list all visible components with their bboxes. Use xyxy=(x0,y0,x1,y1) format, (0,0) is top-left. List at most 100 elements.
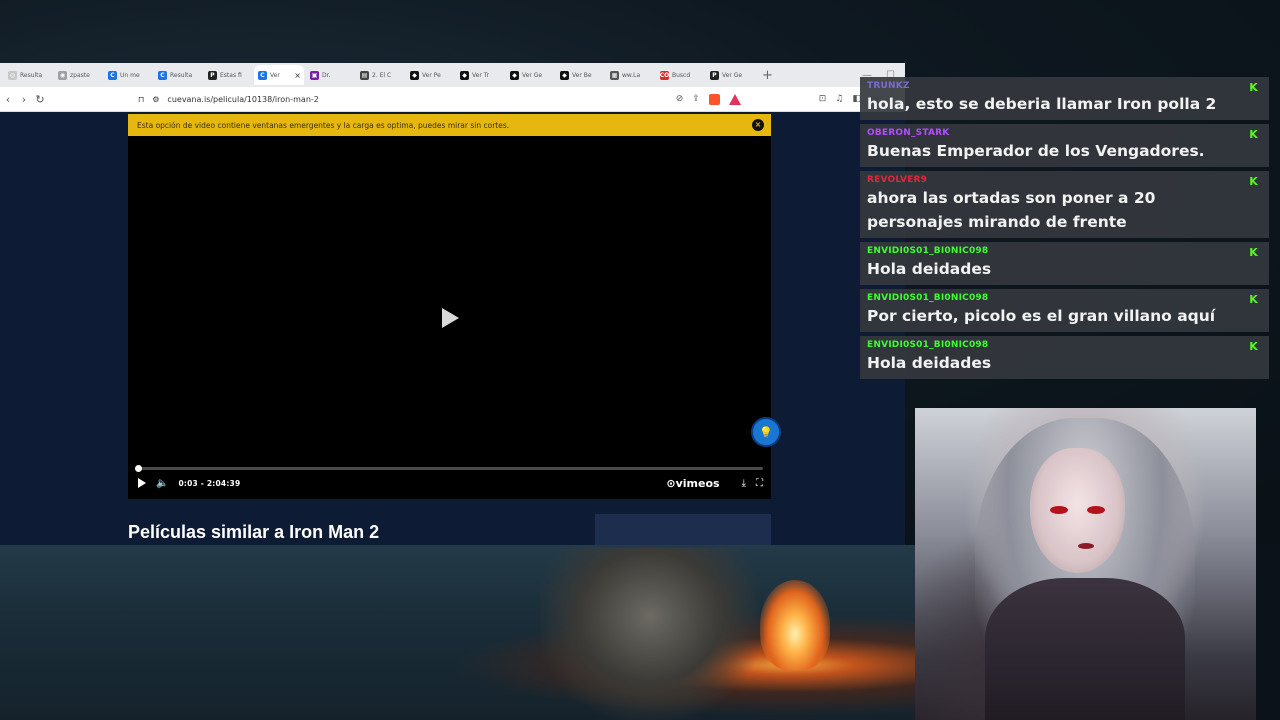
browser-tab[interactable]: ◎ Resulta xyxy=(4,65,52,85)
tab-label: Buscd xyxy=(672,71,691,79)
chat-message: TRUNKZ hola, esto se deberia llamar Iron … xyxy=(860,77,1269,120)
browser-tab[interactable]: ▤ 2. El C xyxy=(356,65,404,85)
tab-favicon-icon: CO xyxy=(659,70,670,80)
browser-tab[interactable]: P Estas fi xyxy=(204,65,252,85)
avatar-lips xyxy=(1078,543,1094,549)
chat-text: Hola deidades xyxy=(867,354,992,372)
back-icon[interactable]: ‹ xyxy=(0,93,16,106)
chat-message: OBERON_STARK Buenas Emperador de los Veng… xyxy=(860,124,1269,167)
chat-username: ENVIDI0S01_BI0NIC098 xyxy=(867,246,989,256)
time-display: 0:03 - 2:04:39 xyxy=(178,479,240,488)
screenshot-icon[interactable]: ⊡ xyxy=(819,94,827,105)
chat-message: REVOLVER9 ahora las ortadas son poner a 2… xyxy=(860,171,1269,238)
address-bar[interactable]: ⊓ ⚙ cuevana.is/pelicula/10138/iron-man-2 xyxy=(138,90,658,108)
chat-text: hola, esto se deberia llamar Iron polla … xyxy=(867,95,1217,113)
browser-window: ◎ Resulta ◉ zpaste C Un me C Resulta P Estas fi C V… xyxy=(0,63,905,545)
download-icon[interactable]: ⤓ xyxy=(742,478,746,489)
vimeo-logo[interactable]: ⊙vimeos xyxy=(666,477,719,490)
play-icon[interactable] xyxy=(442,308,459,328)
chat-message: ENVIDI0S01_BI0NIC098 Hola deidades K xyxy=(860,242,1269,285)
play-button[interactable] xyxy=(138,478,146,488)
browser-tab[interactable]: ◆ Ver Ge xyxy=(506,65,554,85)
tab-label: Ver Tr xyxy=(472,71,489,79)
close-icon[interactable]: × xyxy=(752,119,764,131)
brave-shield-icon[interactable] xyxy=(708,93,720,105)
chat-message: ENVIDI0S01_BI0NIC098 Por cierto, picolo e… xyxy=(860,289,1269,332)
tab-label: Ver Ge xyxy=(522,71,543,79)
player-controls: 🔈 0:03 - 2:04:39 ⊙vimeos ⤓ ⛶ xyxy=(138,476,763,490)
tab-close-icon[interactable]: × xyxy=(294,71,301,80)
notice-text: Esta opción de video contiene ventanas e… xyxy=(137,120,510,130)
chat-message: ENVIDI0S01_BI0NIC098 Hola deidades K xyxy=(860,336,1269,379)
toolbar-spacer xyxy=(750,94,810,105)
volume-icon[interactable]: 🔈 xyxy=(156,478,168,489)
url-text[interactable]: cuevana.is/pelicula/10138/iron-man-2 xyxy=(167,95,318,104)
tab-label: zpaste xyxy=(70,71,90,79)
chat-text: Por cierto, picolo es el gran villano aq… xyxy=(867,307,1216,325)
browser-tab[interactable]: ▣ Dr. xyxy=(306,65,354,85)
similar-heading: Películas similar a Iron Man 2 xyxy=(128,522,380,542)
media-icon[interactable]: ♫ xyxy=(835,94,843,105)
site-info-icon[interactable]: ⚙ xyxy=(152,95,159,104)
tab-label: Ver Be xyxy=(572,71,592,79)
kick-icon: K xyxy=(1249,246,1258,259)
forward-icon[interactable]: › xyxy=(16,93,32,106)
tab-favicon-icon: C xyxy=(158,70,167,80)
chat-username: REVOLVER9 xyxy=(867,175,928,185)
chat-overlay: TRUNKZ hola, esto se deberia llamar Iron … xyxy=(860,77,1269,383)
browser-tab[interactable]: CO Buscd xyxy=(656,65,704,85)
movie-card[interactable] xyxy=(595,514,771,545)
tab-favicon-icon: ◉ xyxy=(58,70,67,80)
kick-icon: K xyxy=(1249,128,1258,141)
tab-favicon-icon: ◆ xyxy=(510,70,519,80)
tab-favicon-icon: ◆ xyxy=(410,70,419,80)
time-separator: - xyxy=(200,478,205,488)
brave-rewards-icon[interactable] xyxy=(728,93,741,105)
tab-favicon-icon: ◆ xyxy=(460,70,469,80)
progress-handle[interactable] xyxy=(135,465,142,472)
tab-label: Ver Pe xyxy=(422,71,441,79)
tab-label: Dr. xyxy=(322,71,331,79)
share-icon[interactable]: ⇪ xyxy=(692,94,700,105)
browser-tab[interactable]: C Un me xyxy=(104,65,152,85)
no-camera-icon[interactable]: ⊘ xyxy=(676,94,684,105)
tab-bar: ◎ Resulta ◉ zpaste C Un me C Resulta P Estas fi C V… xyxy=(0,63,905,87)
browser-toolbar: ‹ › ↻ ⊓ ⚙ cuevana.is/pelicula/10138/iron… xyxy=(0,87,905,112)
page-content: Esta opción de video contiene ventanas e… xyxy=(0,112,905,545)
browser-tab[interactable]: C Resulta xyxy=(154,65,202,85)
tab-label: Ver xyxy=(270,71,280,79)
tab-label: 2. El C xyxy=(372,71,392,79)
tab-label: Estas fi xyxy=(220,71,242,79)
tab-favicon-icon: C xyxy=(108,70,117,80)
tab-favicon-icon: P xyxy=(208,70,217,80)
chat-text: Hola deidades xyxy=(867,260,992,278)
fullscreen-icon[interactable]: ⛶ xyxy=(756,478,763,489)
kick-icon: K xyxy=(1249,175,1258,188)
new-tab-button[interactable]: + xyxy=(762,68,773,83)
avatar-eye xyxy=(1087,506,1105,514)
video-player[interactable]: 🔈 0:03 - 2:04:39 ⊙vimeos ⤓ ⛶ xyxy=(128,136,771,499)
tab-favicon-icon: ▦ xyxy=(610,70,619,80)
kick-icon: K xyxy=(1249,293,1258,306)
reload-icon[interactable]: ↻ xyxy=(32,93,48,106)
progress-bar[interactable] xyxy=(135,465,763,472)
browser-tab[interactable]: ◆ Ver Be xyxy=(556,65,604,85)
chat-text: ahora las ortadas son poner a 20 persona… xyxy=(867,189,1156,231)
browser-tab[interactable]: ◆ Ver Tr xyxy=(456,65,504,85)
lightbulb-icon[interactable]: 💡 xyxy=(751,417,781,447)
tab-label: Ver Ge xyxy=(722,71,743,79)
browser-tab[interactable]: P Ver Ge xyxy=(706,65,754,85)
kick-icon: K xyxy=(1249,81,1258,94)
browser-tab[interactable]: ◉ zpaste xyxy=(54,65,102,85)
tab-label: Resulta xyxy=(170,71,193,79)
popup-notice: Esta opción de video contiene ventanas e… xyxy=(128,114,771,136)
tab-favicon-icon: ▣ xyxy=(310,70,319,80)
chat-username: TRUNKZ xyxy=(867,81,910,91)
browser-tab[interactable]: ▦ ww.La xyxy=(606,65,654,85)
chat-username: ENVIDI0S01_BI0NIC098 xyxy=(867,340,989,350)
browser-tab[interactable]: ◆ Ver Pe xyxy=(406,65,454,85)
current-time: 0:03 xyxy=(178,478,198,488)
browser-tab[interactable]: C Ver × xyxy=(254,65,304,85)
bookmark-icon[interactable]: ⊓ xyxy=(138,95,144,104)
vimeo-brand: vimeo xyxy=(675,476,714,490)
